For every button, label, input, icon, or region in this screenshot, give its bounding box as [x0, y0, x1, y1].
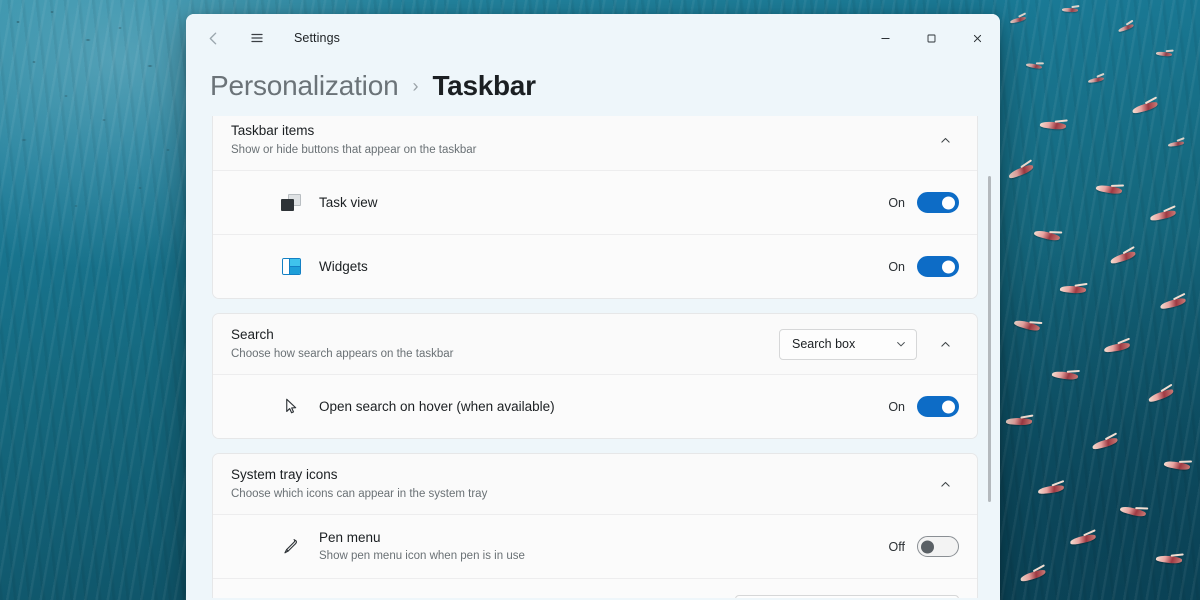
chevron-up-icon[interactable]: [931, 126, 959, 154]
close-button[interactable]: [954, 14, 1000, 62]
toggle-state-label: On: [888, 399, 905, 414]
section-subtitle: Show or hide buttons that appear on the …: [231, 144, 477, 156]
setting-sublabel: Show pen menu icon when pen is in use: [319, 550, 525, 562]
setting-row-touch-keyboard[interactable]: Touch keyboard When no keyboard attached: [213, 578, 977, 598]
wallpaper-distant-birds: [0, 0, 200, 230]
toggle-open-search-on-hover[interactable]: [917, 396, 959, 417]
setting-row-pen-menu[interactable]: Pen menu Show pen menu icon when pen is …: [213, 514, 977, 578]
window-title: Settings: [294, 31, 340, 45]
chevron-up-icon[interactable]: [931, 330, 959, 358]
setting-label: Pen menu: [319, 530, 381, 545]
section-header-taskbar-items[interactable]: Taskbar items Show or hide buttons that …: [213, 116, 977, 170]
pen-icon: [279, 535, 303, 559]
task-view-icon: [279, 191, 303, 215]
section-system-tray-icons: System tray icons Choose which icons can…: [212, 453, 978, 598]
chevron-up-icon[interactable]: [931, 470, 959, 498]
section-search: Search Choose how search appears on the …: [212, 313, 978, 439]
settings-scroll-area[interactable]: Taskbar items Show or hide buttons that …: [186, 116, 1000, 598]
setting-label: Task view: [319, 195, 378, 210]
toggle-pen-menu[interactable]: [917, 536, 959, 557]
hamburger-menu-icon[interactable]: [242, 23, 272, 53]
toggle-widgets[interactable]: [917, 256, 959, 277]
section-title: Taskbar items: [231, 123, 315, 138]
section-subtitle: Choose which icons can appear in the sys…: [231, 488, 488, 500]
title-bar: Settings: [186, 14, 1000, 62]
setting-label-block: Pen menu Show pen menu icon when pen is …: [319, 529, 889, 564]
section-header-text: Taskbar items Show or hide buttons that …: [231, 122, 917, 158]
section-title: System tray icons: [231, 467, 338, 482]
setting-control-group: On: [888, 256, 959, 277]
section-header-search[interactable]: Search Choose how search appears on the …: [213, 314, 977, 374]
toggle-state-label: On: [888, 195, 905, 210]
section-header-text: System tray icons Choose which icons can…: [231, 466, 917, 502]
setting-label: Open search on hover (when available): [319, 399, 555, 414]
setting-control-group: On: [888, 396, 959, 417]
breadcrumb-separator: ›: [412, 76, 419, 96]
touch-keyboard-dropdown[interactable]: When no keyboard attached: [735, 595, 959, 598]
section-header-text: Search Choose how search appears on the …: [231, 326, 779, 362]
widgets-icon: [279, 255, 303, 279]
section-header-system-tray-icons[interactable]: System tray icons Choose which icons can…: [213, 454, 977, 514]
toggle-state-label: Off: [888, 539, 905, 554]
setting-row-widgets[interactable]: Widgets On: [213, 234, 977, 298]
section-subtitle: Choose how search appears on the taskbar: [231, 348, 454, 360]
section-title: Search: [231, 327, 274, 342]
back-arrow-icon[interactable]: [198, 23, 228, 53]
page-title: Taskbar: [432, 70, 536, 101]
toggle-task-view[interactable]: [917, 192, 959, 213]
vertical-scrollbar[interactable]: [988, 176, 991, 502]
search-style-dropdown[interactable]: Search box: [779, 328, 917, 360]
setting-row-task-view[interactable]: Task view On: [213, 170, 977, 234]
setting-control-group: Off: [889, 536, 959, 557]
maximize-button[interactable]: [908, 14, 954, 62]
setting-row-open-search-on-hover[interactable]: Open search on hover (when available) On: [213, 374, 977, 438]
breadcrumb: Personalization › Taskbar: [186, 62, 1000, 116]
section-taskbar-items: Taskbar items Show or hide buttons that …: [212, 116, 978, 299]
toggle-state-label: On: [888, 259, 905, 274]
setting-label: Widgets: [319, 259, 368, 274]
breadcrumb-parent[interactable]: Personalization: [210, 70, 399, 102]
setting-control-group: When no keyboard attached: [735, 595, 959, 598]
wallpaper-flamingo-flock: [1000, 0, 1200, 600]
setting-control-group: On: [888, 192, 959, 213]
chevron-down-icon: [895, 338, 907, 350]
cursor-pointer-icon: [279, 395, 303, 419]
dropdown-value: Search box: [792, 337, 856, 351]
minimize-button[interactable]: [862, 14, 908, 62]
settings-window: Settings Personalization › Taskbar Taskb…: [186, 14, 1000, 600]
